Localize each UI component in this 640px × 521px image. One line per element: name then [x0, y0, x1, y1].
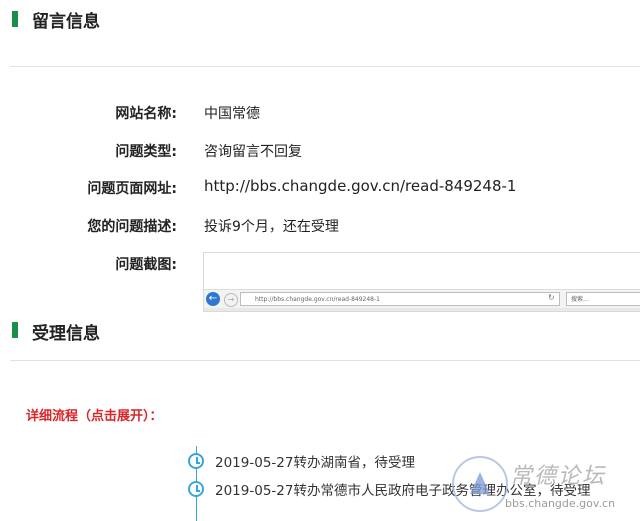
message-info-header: 留言信息: [0, 0, 640, 40]
section-marker: [12, 322, 18, 338]
forward-arrow-icon: →: [224, 293, 238, 307]
issue-screenshot-label: 问题截图:: [115, 257, 177, 273]
issue-description-value: 投诉9个月，还在受理: [204, 219, 339, 235]
site-name-label: 网站名称:: [115, 106, 177, 122]
issue-type-label: 问题类型:: [115, 144, 177, 160]
issue-type-value: 咨询留言不回复: [204, 144, 302, 160]
issue-url-label: 问题页面网址:: [87, 181, 177, 197]
message-info-title: 留言信息: [32, 12, 100, 32]
acceptance-info-header: 受理信息: [0, 312, 640, 352]
browser-address-bar: http://bbs.changde.gov.cn/read-849248-1: [240, 292, 560, 306]
watermark-url: bbs.changde.gov.cn: [505, 497, 616, 510]
refresh-icon: ↻: [548, 293, 555, 302]
clock-icon: [188, 481, 204, 497]
issue-url-value[interactable]: http://bbs.changde.gov.cn/read-849248-1: [204, 177, 516, 195]
browser-search-box: 搜索...: [566, 292, 640, 306]
timeline-entry: 2019-05-27转办湖南省，待受理: [215, 455, 415, 471]
issue-screenshot-image[interactable]: ← → http://bbs.changde.gov.cn/read-84924…: [203, 252, 640, 312]
browser-toolbar: ← → http://bbs.changde.gov.cn/read-84924…: [204, 289, 640, 311]
issue-description-label: 您的问题描述:: [87, 219, 177, 235]
forum-seal-logo: [452, 456, 508, 512]
detail-flow-toggle[interactable]: 详细流程（点击展开）：: [26, 405, 163, 424]
acceptance-info-title: 受理信息: [32, 324, 100, 344]
watermark-name: 常德论坛: [510, 464, 607, 489]
back-arrow-icon: ←: [206, 292, 220, 306]
site-name-value: 中国常德: [204, 106, 260, 122]
section-marker: [12, 11, 18, 27]
section-divider: [10, 66, 640, 67]
section-divider: [10, 360, 640, 361]
clock-icon: [188, 453, 204, 469]
